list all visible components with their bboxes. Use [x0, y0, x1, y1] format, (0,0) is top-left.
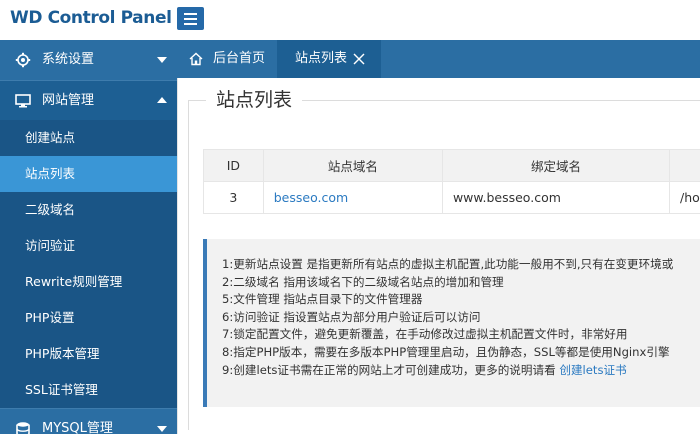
- logo: WD Control Panel: [10, 8, 172, 28]
- sidebar-group-label: 系统设置: [42, 52, 95, 67]
- table-row: 3 besseo.com www.besseo.com /hom: [203, 181, 700, 214]
- sidebar: 系统设置 网站管理 创建站点 站点列表 二级域名 访问验证 Rewrite规则管…: [0, 40, 177, 434]
- chevron-down-icon: [157, 57, 167, 63]
- sidebar-group-label: 网站管理: [42, 93, 95, 108]
- site-domain-link[interactable]: besseo.com: [274, 190, 348, 205]
- column-header-bound-domain: 绑定域名: [441, 149, 671, 182]
- sidebar-group-site-management[interactable]: 网站管理: [0, 80, 177, 120]
- tab-label: 后台首页: [213, 51, 266, 66]
- table-header-row: ID 站点域名 绑定域名: [203, 149, 700, 182]
- sidebar-group-label: MYSQL管理: [42, 421, 113, 434]
- sidebar-group-system-settings[interactable]: 系统设置: [0, 40, 177, 80]
- cell-site-domain: besseo.com: [262, 181, 443, 214]
- menu-toggle-button[interactable]: [177, 7, 204, 30]
- hamburger-icon: [184, 18, 197, 20]
- lets-cert-link[interactable]: 创建lets证书: [559, 363, 626, 377]
- fieldset-border: [188, 100, 189, 430]
- sidebar-item-subdomain[interactable]: 二级域名: [0, 192, 177, 228]
- hamburger-icon: [184, 13, 197, 15]
- cell-bound-domain: www.besseo.com: [441, 181, 671, 214]
- chevron-up-icon: [157, 97, 167, 103]
- chevron-down-icon: [157, 426, 167, 432]
- page-title: 站点列表: [206, 83, 303, 117]
- tip-line: 7:锁定配置文件，避免更新覆盖，在手动修改过虚拟主机配置文件时，非常好用: [222, 327, 628, 342]
- cell-id: 3: [203, 181, 264, 214]
- column-header-id: ID: [203, 149, 264, 182]
- tip-line: 8:指定PHP版本，需要在多版本PHP管理里启动，且伪静态，SSL等都是使用Ng…: [222, 344, 670, 359]
- hamburger-icon: [184, 23, 197, 25]
- site-table: ID 站点域名 绑定域名 3 besseo.com www.besseo.com…: [203, 149, 700, 214]
- top-header: WD Control Panel: [0, 0, 700, 40]
- sidebar-item-rewrite[interactable]: Rewrite规则管理: [0, 264, 177, 300]
- tip-line: 6:访问验证 指设置站点为部分用户验证后可以访问: [222, 309, 481, 324]
- close-icon[interactable]: [352, 52, 366, 66]
- home-icon: [189, 52, 203, 66]
- tip-line: 2:二级域名 指用该域名下的二级域名站点的增加和管理: [222, 274, 504, 289]
- column-header-site-domain: 站点域名: [262, 149, 443, 182]
- tab-bar: 后台首页 站点列表: [177, 40, 700, 78]
- tab-label: 站点列表: [295, 51, 348, 66]
- sidebar-item-site-list[interactable]: 站点列表: [0, 156, 177, 192]
- tip-line: 9:创建lets证书需在正常的网站上才可创建成功，更多的说明请看 创建lets证…: [222, 362, 700, 380]
- main-content: 站点列表 ID 站点域名 绑定域名 3 besseo.com www.besse…: [177, 78, 700, 434]
- sidebar-item-php-versions[interactable]: PHP版本管理: [0, 336, 177, 372]
- cell-path: /hom: [669, 181, 700, 214]
- sidebar-item-access-auth[interactable]: 访问验证: [0, 228, 177, 264]
- tip-text: 9:创建lets证书需在正常的网站上才可创建成功，更多的说明请看: [222, 362, 560, 377]
- sidebar-group-mysql[interactable]: MYSQL管理: [0, 408, 177, 434]
- sidebar-item-create-site[interactable]: 创建站点: [0, 120, 177, 156]
- sidebar-item-ssl[interactable]: SSL证书管理: [0, 372, 177, 408]
- tip-line: 1:更新站点设置 是指更新所有站点的虚拟主机配置,此功能一般用不到,只有在变更环…: [222, 257, 674, 271]
- monitor-icon: [15, 93, 31, 109]
- tab-site-list[interactable]: 站点列表: [277, 40, 381, 78]
- column-header-path: [669, 149, 700, 182]
- database-icon: [15, 421, 31, 434]
- tab-home[interactable]: 后台首页: [177, 40, 277, 78]
- tips-box: 1:更新站点设置 是指更新所有站点的虚拟主机配置,此功能一般用不到,只有在变更环…: [203, 239, 700, 407]
- gear-icon: [15, 52, 31, 68]
- sidebar-submenu: 创建站点 站点列表 二级域名 访问验证 Rewrite规则管理 PHP设置 PH…: [0, 120, 177, 408]
- tip-line: 5:文件管理 指站点目录下的文件管理器: [222, 292, 423, 307]
- sidebar-item-php-settings[interactable]: PHP设置: [0, 300, 177, 336]
